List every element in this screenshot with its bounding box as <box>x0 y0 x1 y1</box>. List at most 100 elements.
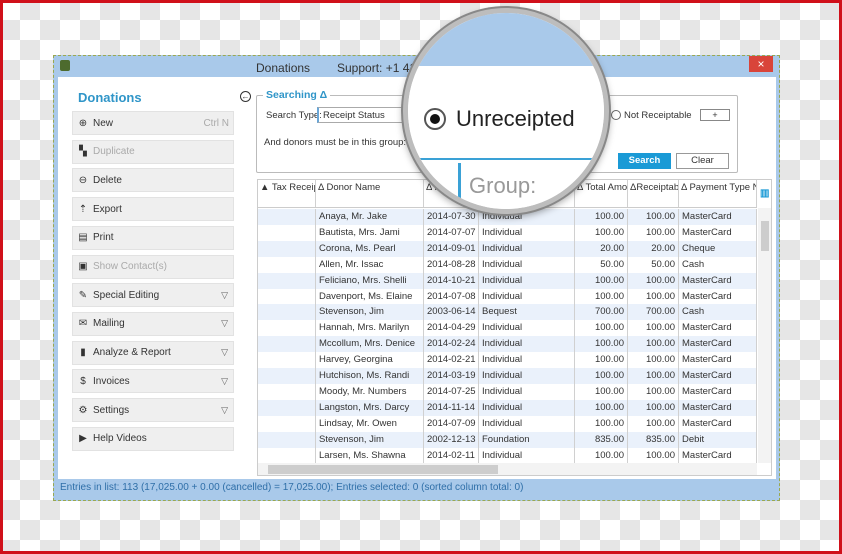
table-cell: 100.00 <box>628 415 679 432</box>
table-cell: 100.00 <box>628 320 679 337</box>
horizontal-scrollbar[interactable] <box>258 463 757 475</box>
column-chooser-icon[interactable]: ▥ <box>760 188 769 199</box>
table-cell <box>258 431 316 448</box>
table-row[interactable]: Hutchison, Ms. Randi 2014-03-19 Individual… <box>258 368 757 384</box>
table-cell: Individual <box>479 352 575 369</box>
table-cell: 835.00 <box>575 431 628 448</box>
table-cell: MasterCard <box>679 224 757 241</box>
sidebar-item-export[interactable]: ⇡ Export <box>72 197 234 222</box>
table-cell <box>258 272 316 289</box>
search-panel-title[interactable]: Searching Δ <box>263 89 331 101</box>
collapse-arrow-icon[interactable]: ← <box>240 91 251 102</box>
sidebar-item-invoices[interactable]: $ Invoices ▽ <box>72 369 234 394</box>
table-cell: Mccollum, Mrs. Denice <box>316 336 424 353</box>
sidebar-item-show-contact-s[interactable]: ▣ Show Contact(s) <box>72 254 234 279</box>
table-cell: 2014-10-21 <box>424 272 479 289</box>
table-cell <box>258 368 316 384</box>
not-receiptable-radio[interactable] <box>611 110 621 120</box>
sidebar-item-print[interactable]: ▤ Print <box>72 225 234 250</box>
table-row[interactable]: Allen, Mr. Issac 2014-08-28 Individual 50.0… <box>258 256 757 273</box>
table-row[interactable]: Moody, Mr. Numbers 2014-07-25 Individual 10… <box>258 383 757 400</box>
magnifier-overlay: Unreceipted Group: <box>403 8 609 214</box>
print-icon: ▤ <box>78 232 88 244</box>
sidebar-item-special-editing[interactable]: ✎ Special Editing ▽ <box>72 283 234 308</box>
table-cell: 2014-07-07 <box>424 224 479 241</box>
table-cell: 100.00 <box>628 447 679 464</box>
table-row[interactable]: Bautista, Mrs. Jami 2014-07-07 Individual 1… <box>258 224 757 241</box>
sidebar-item-mailing[interactable]: ✉ Mailing ▽ <box>72 311 234 336</box>
table-cell: Individual <box>479 256 575 273</box>
table-row[interactable]: Mccollum, Mrs. Denice 2014-02-24 Individua… <box>258 336 757 353</box>
table-cell: 100.00 <box>628 209 679 225</box>
column-header[interactable]: ▲ Tax Receipt Nu... <box>258 180 316 207</box>
table-cell: MasterCard <box>679 368 757 384</box>
table-cell: Anaya, Mr. Jake <box>316 209 424 225</box>
sidebar-item-delete[interactable]: ⊖ Delete <box>72 168 234 193</box>
table-row[interactable]: Corona, Ms. Pearl 2014-09-01 Individual 20.… <box>258 240 757 257</box>
table-row[interactable]: Larsen, Ms. Shawna 2014-02-11 Individual 10… <box>258 447 757 464</box>
table-cell: 20.00 <box>628 240 679 257</box>
table-cell: Langston, Mrs. Darcy <box>316 399 424 416</box>
table-cell: 50.00 <box>628 256 679 273</box>
support-phone: Support: +1 41 <box>337 61 417 75</box>
sidebar-item-label: Mailing <box>93 318 125 330</box>
sidebar-item-settings[interactable]: ⚙ Settings ▽ <box>72 398 234 422</box>
unreceipted-radio[interactable] <box>424 108 446 130</box>
table-row[interactable]: Stevenson, Jim 2002-12-13 Foundation 835.00… <box>258 431 757 448</box>
add-button[interactable]: + <box>700 109 730 121</box>
group-field[interactable]: Group: <box>458 163 604 209</box>
table-cell: MasterCard <box>679 336 757 353</box>
table-cell: Individual <box>479 320 575 337</box>
sidebar-item-new[interactable]: ⊕ New Ctrl N <box>72 111 234 135</box>
chart-icon: ▮ <box>80 347 86 359</box>
close-button[interactable]: × <box>749 56 773 72</box>
table-row[interactable]: Hannah, Mrs. Marilyn 2014-04-29 Individual… <box>258 320 757 337</box>
sidebar-item-help-videos[interactable]: ▶ Help Videos <box>72 426 234 451</box>
search-button[interactable]: Search <box>618 153 671 169</box>
table-cell: 100.00 <box>575 288 628 305</box>
table-cell: Individual <box>479 415 575 432</box>
column-header[interactable]: ΔReceiptable Amount <box>628 180 679 207</box>
vertical-scrollbar[interactable] <box>758 208 771 463</box>
table-cell: 100.00 <box>575 224 628 241</box>
table-cell: MasterCard <box>679 447 757 464</box>
sidebar-item-duplicate[interactable]: ▚ Duplicate <box>72 139 234 164</box>
horizontal-scroll-thumb[interactable] <box>268 465 498 474</box>
clear-button[interactable]: Clear <box>676 153 729 169</box>
sidebar-item-label: Show Contact(s) <box>93 261 167 272</box>
column-header[interactable]: Δ Payment Type Name <box>679 180 757 207</box>
table-cell: MasterCard <box>679 383 757 400</box>
table-row[interactable]: Lindsay, Mr. Owen 2014-07-09 Individual 100… <box>258 415 757 432</box>
table-cell <box>258 320 316 337</box>
table-cell: Moody, Mr. Numbers <box>316 383 424 400</box>
search-type-select[interactable]: Receipt Status <box>317 107 417 123</box>
table-cell: 100.00 <box>575 368 628 384</box>
table-cell: 100.00 <box>575 383 628 400</box>
table-cell: Individual <box>479 240 575 257</box>
table-row[interactable]: Davenport, Ms. Elaine 2014-07-08 Individua… <box>258 288 757 305</box>
table-cell: 2014-04-29 <box>424 320 479 337</box>
table-row[interactable]: Stevenson, Jim 2003-06-14 Bequest 700.00 700… <box>258 304 757 321</box>
table-cell: 100.00 <box>575 336 628 353</box>
sidebar-item-label: Delete <box>93 174 122 186</box>
video-icon: ▶ <box>79 433 87 445</box>
table-cell: Harvey, Georgina <box>316 352 424 369</box>
table-row[interactable]: Langston, Mrs. Darcy 2014-11-14 Individual… <box>258 399 757 416</box>
vertical-scroll-thumb[interactable] <box>761 221 769 251</box>
table-cell: Stevenson, Jim <box>316 431 424 448</box>
table-cell: MasterCard <box>679 415 757 432</box>
sidebar-heading: Donations <box>78 90 142 105</box>
dropdown-triangle-icon: ▽ <box>221 404 228 415</box>
sidebar-item-label: Invoices <box>93 375 130 387</box>
table-row[interactable]: Feliciano, Mrs. Shelli 2014-10-21 Individu… <box>258 272 757 289</box>
unreceipted-label: Unreceipted <box>456 106 575 131</box>
table-cell: 700.00 <box>575 304 628 321</box>
table-cell <box>258 415 316 432</box>
table-row[interactable]: Harvey, Georgina 2014-02-21 Individual 100.… <box>258 352 757 369</box>
sidebar-item-analyze-report[interactable]: ▮ Analyze & Report ▽ <box>72 340 234 365</box>
table-cell: Debit <box>679 431 757 448</box>
table-cell: Lindsay, Mr. Owen <box>316 415 424 432</box>
table-cell: 100.00 <box>575 320 628 337</box>
table-cell: Cash <box>679 304 757 321</box>
table-cell: 100.00 <box>628 336 679 353</box>
